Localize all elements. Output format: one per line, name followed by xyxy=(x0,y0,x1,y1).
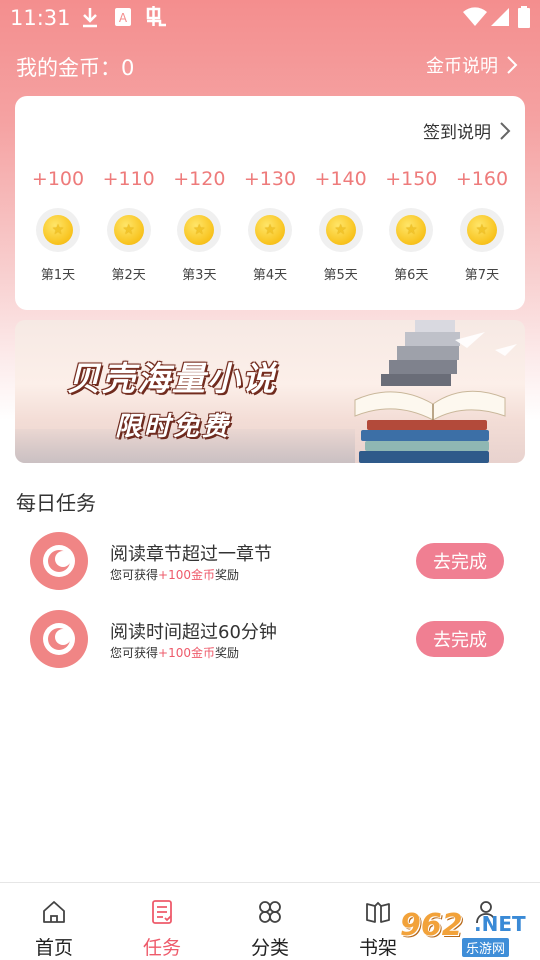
task-reward: 您可获得+100金币奖励 xyxy=(110,646,239,660)
reading-task-icon xyxy=(30,532,88,590)
task-list-icon xyxy=(147,897,177,927)
coin-icon: ★ xyxy=(459,208,504,252)
bookshelf-icon xyxy=(363,897,393,927)
book-stack-illustration xyxy=(354,320,517,463)
day-points: +100 xyxy=(31,168,85,190)
banner-title: 贝壳海量小说 xyxy=(67,359,277,398)
header: 我的金币：0 金币说明 xyxy=(0,44,540,86)
chevron-right-icon xyxy=(507,56,518,74)
tab-label: 分类 xyxy=(250,937,289,959)
task-reward: 您可获得+100金币奖励 xyxy=(110,568,239,582)
coin-icon: ★ xyxy=(177,208,222,252)
banner-subtitle: 限时免费 xyxy=(115,412,232,442)
chevron-right-icon xyxy=(500,121,511,140)
go-complete-button[interactable]: 去完成 xyxy=(416,621,504,657)
signin-day-1[interactable]: +100 ★ 第1天 xyxy=(23,168,93,283)
daily-tasks-title: 每日任务 xyxy=(16,491,96,515)
day-label: 第7天 xyxy=(464,268,500,283)
coins-explain-label: 金币说明 xyxy=(426,56,498,77)
watermark-site-name: 乐游网 xyxy=(462,938,510,957)
tab-label: 任务 xyxy=(142,937,181,959)
coin-icon: ★ xyxy=(318,208,363,252)
day-label: 第6天 xyxy=(394,268,429,283)
reading-task-icon xyxy=(30,610,88,668)
bug-icon xyxy=(144,6,170,28)
day-points: +150 xyxy=(385,168,438,190)
day-label: 第3天 xyxy=(182,268,217,283)
day-label: 第2天 xyxy=(111,268,146,283)
day-points: +130 xyxy=(243,168,297,190)
download-icon xyxy=(80,6,100,28)
watermark-number: 962 xyxy=(400,908,463,943)
coin-icon: ★ xyxy=(247,208,292,252)
signin-explain-label: 签到说明 xyxy=(423,123,491,143)
category-icon xyxy=(255,897,285,927)
my-coins-label: 我的金币：0 xyxy=(16,56,135,80)
signin-day-6[interactable]: +150 ★ 第6天 xyxy=(376,168,446,283)
day-label: 第4天 xyxy=(252,268,288,283)
signin-day-3[interactable]: +120 ★ 第3天 xyxy=(164,168,234,283)
task-item: 阅读时间超过60分钟 您可获得+100金币奖励 去完成 xyxy=(30,610,510,670)
day-points: +160 xyxy=(455,168,509,190)
signin-day-4[interactable]: +130 ★ 第4天 xyxy=(235,168,305,283)
day-label: 第1天 xyxy=(40,268,76,283)
task-title: 阅读时间超过60分钟 xyxy=(110,622,277,643)
day-points: +120 xyxy=(173,168,226,190)
day-points: +140 xyxy=(314,168,367,190)
task-item: 阅读章节超过一章节 您可获得+100金币奖励 去完成 xyxy=(30,532,510,592)
signin-explain-link[interactable]: 签到说明 xyxy=(423,118,511,143)
promo-banner[interactable]: 贝壳海量小说 限时免费 xyxy=(15,320,525,463)
watermark-net: .NET xyxy=(474,912,526,936)
svg-text:A: A xyxy=(119,11,128,25)
coins-explain-link[interactable]: 金币说明 xyxy=(426,52,518,78)
coin-icon: ★ xyxy=(106,208,151,252)
coin-icon: ★ xyxy=(389,208,434,252)
home-icon xyxy=(39,897,69,927)
go-complete-button[interactable]: 去完成 xyxy=(416,543,504,579)
day-label: 第5天 xyxy=(323,268,358,283)
signin-day-2[interactable]: +110 ★ 第2天 xyxy=(94,168,164,283)
wifi-icon xyxy=(463,6,487,28)
status-time: 11:31 xyxy=(10,6,71,30)
signal-icon xyxy=(490,6,510,28)
app-a-icon: A xyxy=(113,6,133,28)
tab-category[interactable]: 分类 xyxy=(216,883,324,960)
tab-home[interactable]: 首页 xyxy=(0,883,108,960)
tab-label: 书架 xyxy=(358,937,397,959)
signin-days: +100 ★ 第1天 +110 ★ 第2天 +120 ★ 第3天 +130 ★ … xyxy=(23,168,517,283)
day-points: +110 xyxy=(102,168,155,190)
battery-icon xyxy=(517,6,531,28)
site-watermark: 962 .NET 乐游网 xyxy=(400,908,540,960)
signin-day-5[interactable]: +140 ★ 第5天 xyxy=(306,168,376,283)
task-title: 阅读章节超过一章节 xyxy=(110,544,272,565)
signin-day-7[interactable]: +160 ★ 第7天 xyxy=(447,168,517,283)
coin-icon: ★ xyxy=(36,208,80,252)
status-bar: 11:31 A xyxy=(0,0,540,36)
tab-label: 首页 xyxy=(34,937,73,959)
tab-tasks[interactable]: 任务 xyxy=(108,883,216,960)
signin-card: 签到说明 +100 ★ 第1天 +110 ★ 第2天 +120 ★ 第3天 +1… xyxy=(15,96,525,310)
